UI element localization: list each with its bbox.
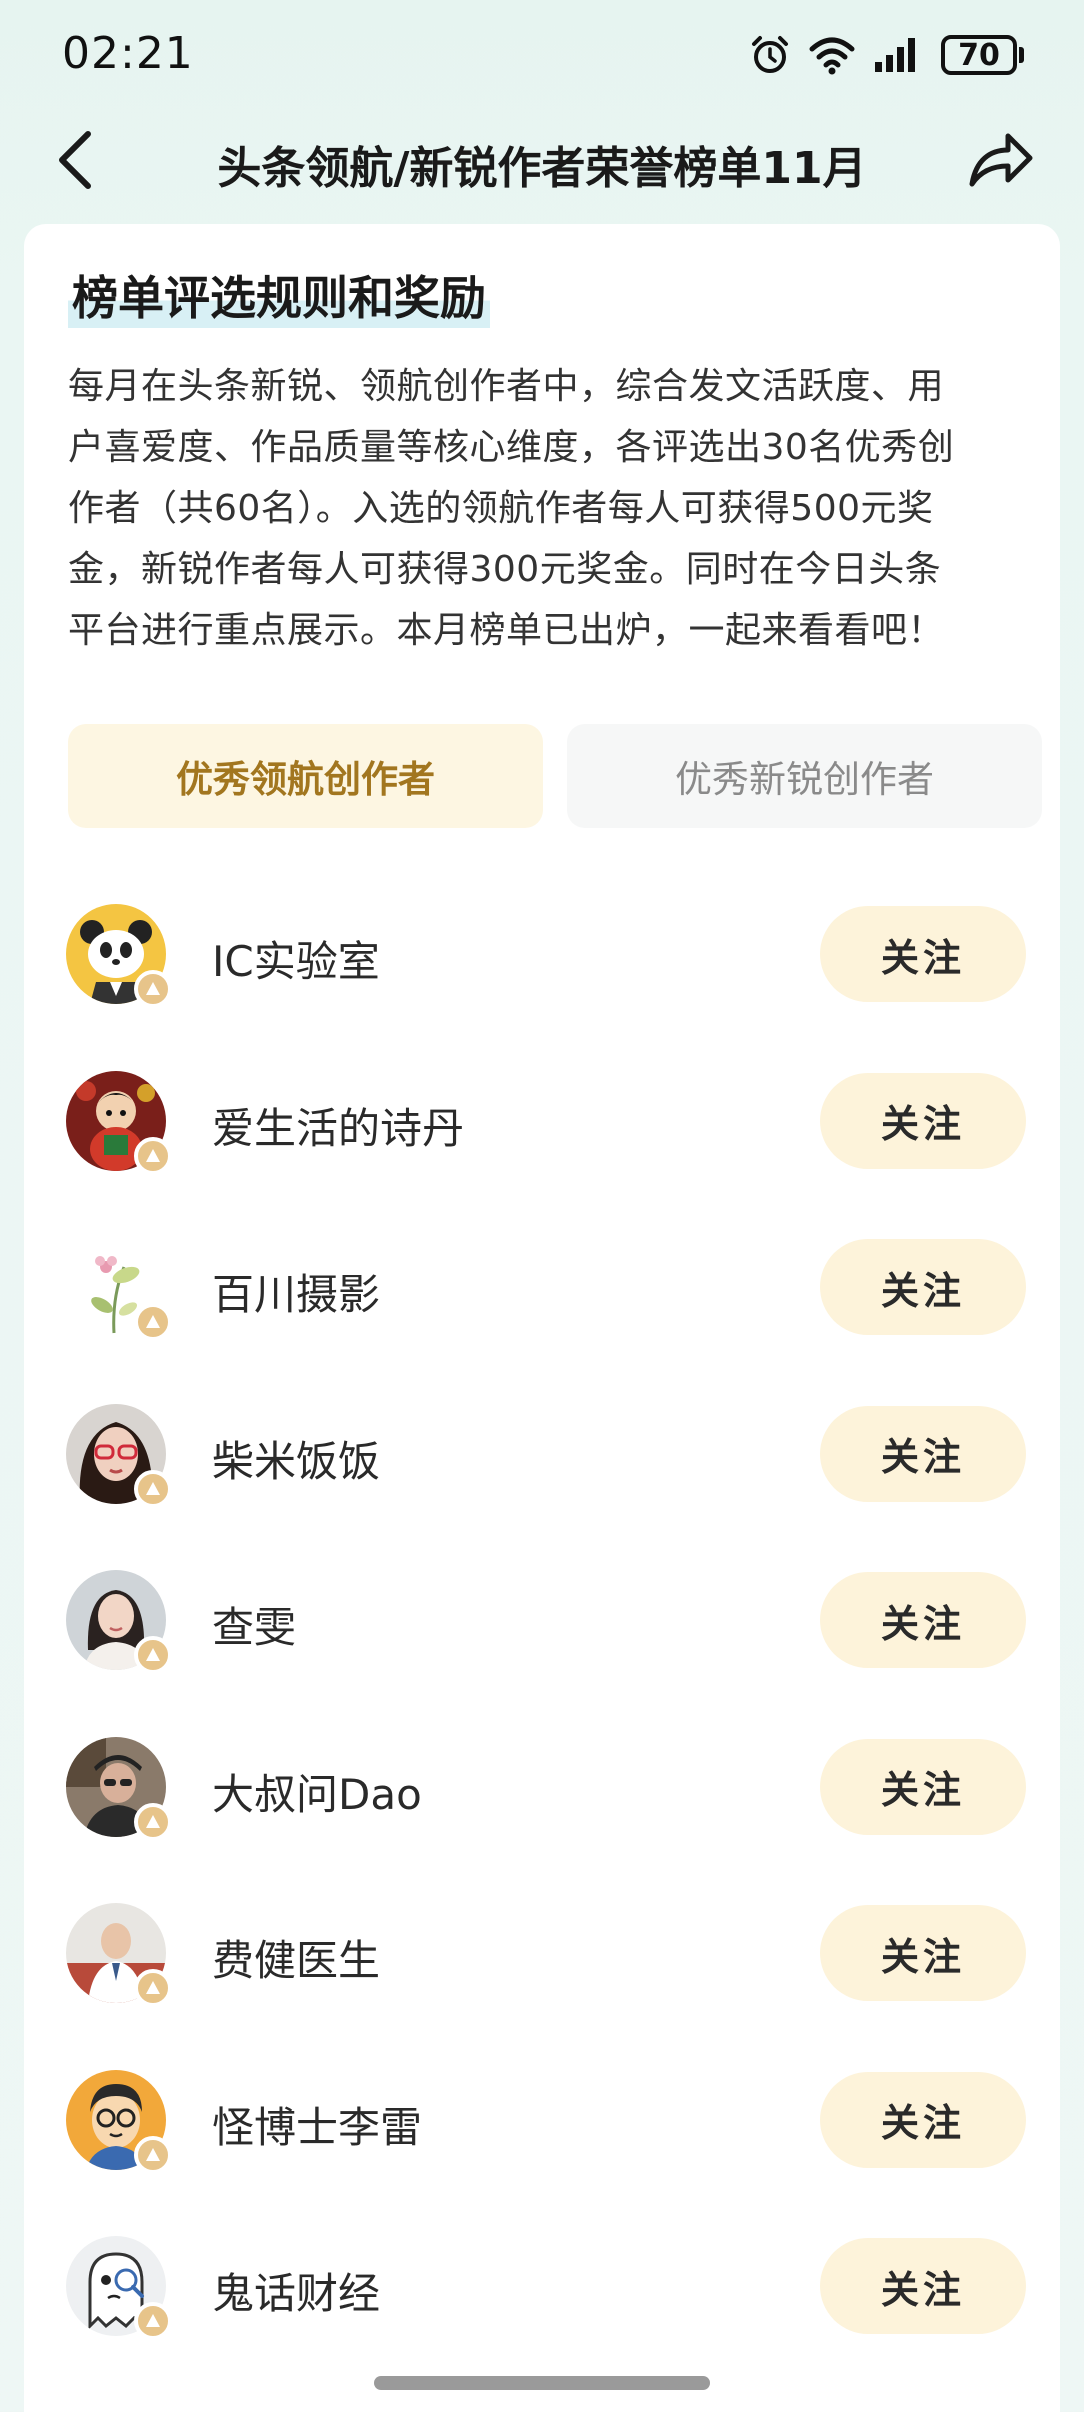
- list-item[interactable]: 怪博士李雷 关注: [24, 2050, 1060, 2217]
- list-item[interactable]: 查雯 关注: [24, 1550, 1060, 1717]
- follow-button[interactable]: 关注: [820, 2071, 1026, 2168]
- follow-button[interactable]: 关注: [820, 1572, 1026, 1668]
- follow-button[interactable]: 关注: [820, 906, 1026, 1002]
- battery-icon: 70: [941, 35, 1024, 75]
- list-item[interactable]: 爱生活的诗丹 关注: [24, 1051, 1060, 1218]
- creator-badge-icon: [134, 1969, 172, 2007]
- list-item[interactable]: 费健医生 关注: [24, 1883, 1060, 2050]
- avatar[interactable]: [66, 1736, 172, 1841]
- author-name[interactable]: 爱生活的诗丹: [212, 1095, 464, 1156]
- avatar[interactable]: [66, 2069, 172, 2174]
- author-name[interactable]: IC实验室: [212, 928, 380, 989]
- avatar[interactable]: [66, 1403, 172, 1508]
- status-bar: 02:21 70: [0, 0, 1084, 110]
- rules-title: 榜单评选规则和奖励: [68, 262, 490, 328]
- creator-badge-icon: [134, 2302, 172, 2340]
- rules-line: 每月在头条新锐、领航创作者中，综合发文活跃度、用: [68, 366, 945, 407]
- creator-badge-icon: [134, 1636, 172, 1674]
- rules-line: 金，新锐作者每人可获得300元奖金。同时在今日头条: [68, 549, 942, 590]
- status-icons: 70: [749, 32, 1024, 78]
- creator-badge-icon: [134, 1802, 172, 1841]
- battery-level: 70: [941, 35, 1017, 75]
- follow-button[interactable]: 关注: [820, 1738, 1026, 1835]
- share-icon[interactable]: [966, 126, 1036, 192]
- back-icon[interactable]: [48, 128, 108, 192]
- wifi-icon: [809, 35, 855, 75]
- signal-icon: [873, 36, 923, 74]
- home-indicator[interactable]: [374, 2376, 710, 2390]
- follow-button[interactable]: 关注: [820, 2238, 1026, 2334]
- rules-description: 每月在头条新锐、领航创作者中，综合发文活跃度、用 户喜爱度、作品质量等核心维度，…: [68, 356, 1028, 661]
- author-name[interactable]: 大叔问Dao: [212, 1761, 422, 1822]
- list-item[interactable]: 鬼话财经 关注: [24, 2216, 1060, 2383]
- author-name[interactable]: 鬼话财经: [212, 2260, 380, 2321]
- follow-button[interactable]: 关注: [820, 1405, 1026, 1502]
- tab-leading-creators[interactable]: 优秀领航创作者: [68, 724, 543, 828]
- follow-button[interactable]: 关注: [820, 1905, 1026, 2001]
- alarm-icon: [749, 34, 791, 76]
- avatar[interactable]: [66, 2236, 172, 2340]
- creator-badge-icon: [134, 970, 172, 1008]
- author-name[interactable]: 怪博士李雷: [212, 2094, 422, 2155]
- status-time: 02:21: [62, 28, 194, 79]
- page-title: 头条领航/新锐作者荣誉榜单11月: [217, 143, 867, 194]
- rules-line: 平台进行重点展示。本月榜单已出炉，一起来看看吧！: [68, 610, 945, 651]
- creator-badge-icon: [134, 1136, 172, 1175]
- list-item[interactable]: 柴米饭饭 关注: [24, 1384, 1060, 1551]
- category-tabs: 优秀领航创作者 优秀新锐创作者: [68, 724, 1042, 828]
- avatar[interactable]: [66, 1903, 172, 2007]
- author-name[interactable]: 查雯: [212, 1594, 296, 1655]
- author-name[interactable]: 柴米饭饭: [212, 1428, 380, 1489]
- avatar[interactable]: [66, 904, 172, 1008]
- author-name[interactable]: 费健医生: [212, 1927, 380, 1988]
- list-item[interactable]: 大叔问Dao 关注: [24, 1717, 1060, 1884]
- author-name[interactable]: 百川摄影: [212, 1261, 380, 1322]
- list-item[interactable]: IC实验室 关注: [24, 884, 1060, 1051]
- avatar[interactable]: [66, 1237, 172, 1341]
- nav-bar: 头条领航/新锐作者荣誉榜单11月: [0, 110, 1084, 210]
- follow-button[interactable]: 关注: [820, 1239, 1026, 1335]
- creator-badge-icon: [134, 2135, 172, 2174]
- rules-line: 作者（共60名）。入选的领航作者每人可获得500元奖: [68, 488, 934, 529]
- avatar[interactable]: [66, 1070, 172, 1175]
- avatar[interactable]: [66, 1570, 172, 1674]
- content-card: 榜单评选规则和奖励 每月在头条新锐、领航创作者中，综合发文活跃度、用 户喜爱度、…: [24, 224, 1060, 2412]
- follow-button[interactable]: 关注: [820, 1072, 1026, 1169]
- author-list: IC实验室 关注 爱生活的诗丹 关注 百川摄影 关注 柴米饭饭 关注 查雯 关注…: [24, 884, 1060, 2383]
- creator-badge-icon: [134, 1303, 172, 1341]
- creator-badge-icon: [134, 1469, 172, 1508]
- tab-new-creators[interactable]: 优秀新锐创作者: [567, 724, 1042, 828]
- list-item[interactable]: 百川摄影 关注: [24, 1217, 1060, 1384]
- rules-line: 户喜爱度、作品质量等核心维度，各评选出30名优秀创: [68, 427, 955, 468]
